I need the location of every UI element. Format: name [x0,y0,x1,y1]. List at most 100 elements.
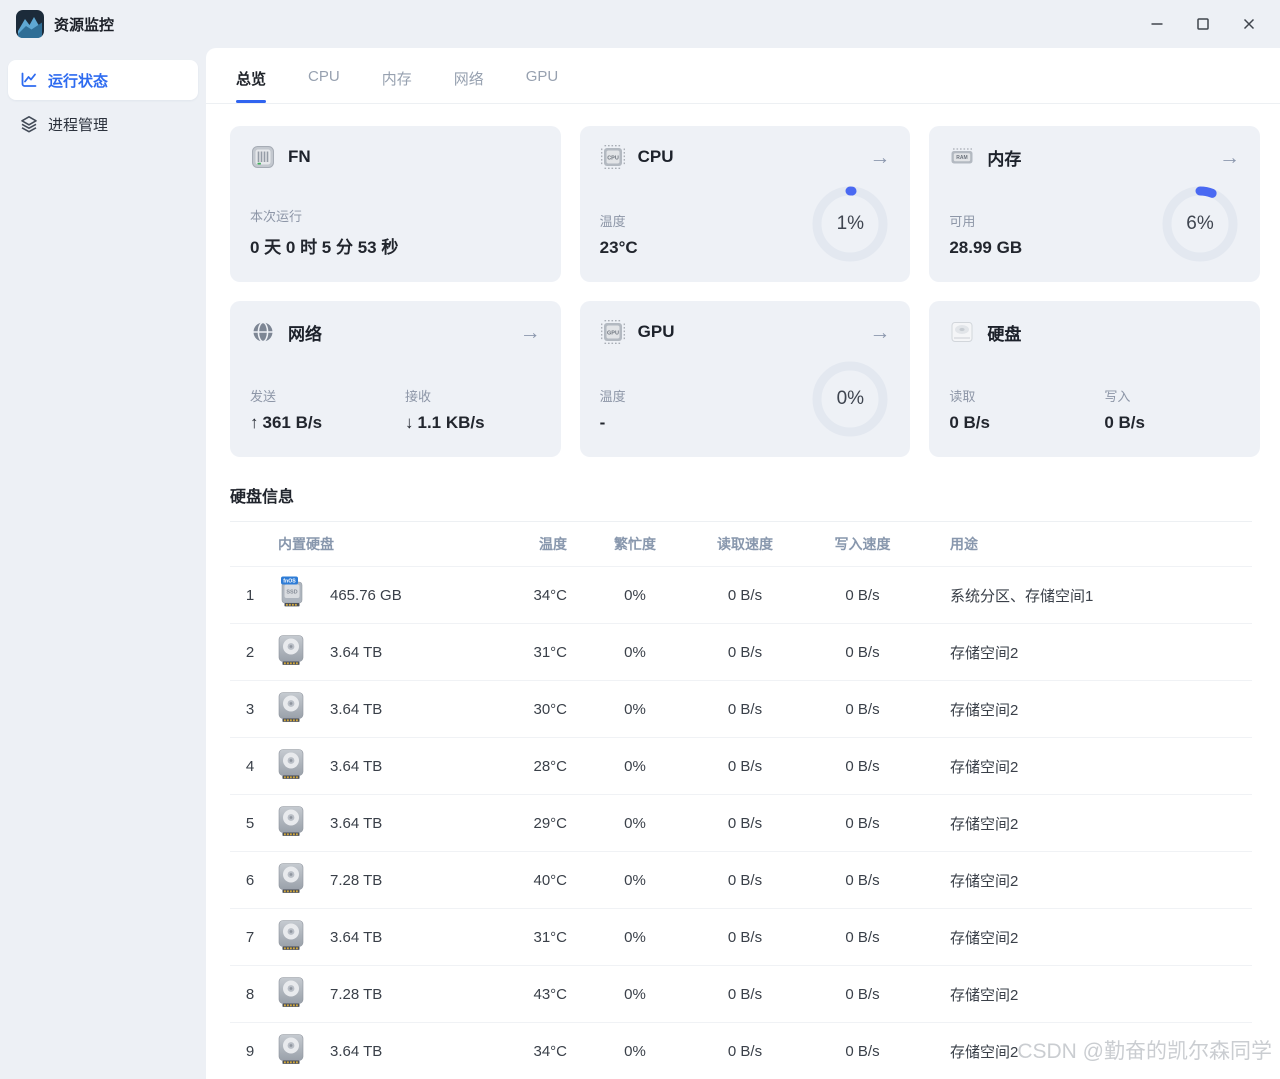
header-temperature: 温度 [539,536,567,552]
disk-row-write-speed: 0 B/s [845,586,880,604]
disk-row-size: 3.64 TB [330,928,383,946]
arrow-right-icon[interactable]: → [869,322,890,343]
svg-text:SSD: SSD [286,590,297,596]
hdd-drive-icon [278,692,304,726]
arrow-right-icon[interactable]: → [520,322,541,343]
disk-row-read-speed: 0 B/s [727,814,763,832]
header-internal-disk: 内置硬盘 [278,536,334,552]
disk-row-size: 3.64 TB [330,643,383,661]
sidebar-item-process-management[interactable]: 进程管理 [8,104,198,144]
tab-gpu[interactable]: GPU [526,68,559,103]
disk-row-temperature: 43°C [533,985,567,1003]
disk-row-write-speed: 0 B/s [845,871,880,889]
disk-row-temperature: 30°C [533,700,567,718]
disk-table-row: 7 3.64 TB 31°C 0% 0 B/s 0 B/s 存储空间2 [230,908,1252,965]
close-button[interactable] [1226,7,1272,41]
card-title: 内存 [987,149,1022,169]
gpu-chip-label: GPU [607,330,619,336]
tab-cpu[interactable]: CPU [308,68,340,103]
svg-text:fnOS: fnOS [283,578,296,584]
disk-row-index: 3 [245,700,255,718]
disk-row-busy: 0% [624,985,646,1003]
main-panel: 总览 CPU 内存 网络 GPU FN 本次运行 0 天 0 时 5 分 53 … [206,48,1280,1079]
disk-row-size: 7.28 TB [330,985,383,1003]
disk-row-index: 1 [245,586,255,604]
disk-row-index: 6 [245,871,255,889]
card-memory[interactable]: RAM 内存 → 可用 28.99 GB 6% [929,126,1260,282]
card-cpu[interactable]: CPU CPU → 温度 23°C 1% [579,126,911,282]
disk-row-temperature: 29°C [533,814,567,832]
disk-row-busy: 0% [624,643,646,661]
disk-row-write-speed: 0 B/s [845,928,880,946]
disk-row-read-speed: 0 B/s [727,928,763,946]
network-send-value: ↑ 361 B/s [250,413,323,432]
cpu-chip-label: CPU [607,155,619,161]
disk-row-usage: 存储空间2 [950,929,1019,947]
sidebar-item-running-status[interactable]: 运行状态 [8,60,198,100]
disk-row-usage: 存储空间2 [950,644,1019,662]
disk-table-row: 5 3.64 TB 29°C 0% 0 B/s 0 B/s 存储空间2 [230,794,1252,851]
disk-row-read-speed: 0 B/s [727,643,763,661]
ram-chip-icon: RAM [949,144,975,170]
disk-row-size: 3.64 TB [330,757,383,775]
disk-row-index: 5 [245,814,255,832]
hard-drive-icon [949,319,975,345]
disk-row-busy: 0% [624,871,646,889]
card-fn: FN 本次运行 0 天 0 时 5 分 53 秒 [230,126,561,282]
disk-row-usage: 存储空间2 [950,986,1019,1004]
disk-row-usage: 系统分区、存储空间1 [950,587,1094,605]
disk-row-index: 7 [245,928,255,946]
hdd-drive-icon [278,635,304,669]
app-logo-icon [16,10,44,38]
disk-row-size: 465.76 GB [330,586,402,604]
arrow-right-icon[interactable]: → [1219,147,1240,168]
line-chart-icon [20,71,38,89]
disk-row-size: 3.64 TB [330,814,383,832]
titlebar: 资源监控 [0,0,1280,48]
layers-icon [20,115,38,133]
gpu-usage-gauge: 0% [812,361,888,437]
uptime-value: 0 天 0 时 5 分 53 秒 [250,238,399,257]
minimize-button[interactable] [1134,7,1180,41]
disk-row-read-speed: 0 B/s [727,700,763,718]
disk-row-read-speed: 0 B/s [727,871,763,889]
disk-row-write-speed: 0 B/s [845,985,880,1003]
disk-row-temperature: 31°C [533,643,567,661]
memory-usage-gauge: 6% [1162,186,1238,262]
disk-row-busy: 0% [624,700,646,718]
tab-network[interactable]: 网络 [454,68,484,103]
cpu-chip-icon: CPU [600,144,626,170]
disk-row-usage: 存储空间2 [950,872,1019,890]
disk-row-write-speed: 0 B/s [845,700,880,718]
disk-row-write-speed: 0 B/s [845,757,880,775]
tab-memory[interactable]: 内存 [382,68,412,103]
card-network[interactable]: 网络 → 发送 ↑ 361 B/s 接收 ↓ 1.1 KB/s [230,301,561,457]
download-arrow-icon: ↓ [405,413,414,432]
header-read-speed: 读取速度 [717,536,773,552]
ram-chip-label: RAM [957,155,968,161]
disk-row-busy: 0% [624,814,646,832]
gpu-usage-percent: 0% [836,388,865,409]
card-disk: 硬盘 读取 0 B/s 写入 0 B/s [929,301,1260,457]
disk-row-read-speed: 0 B/s [727,985,763,1003]
sidebar: 运行状态 进程管理 [0,48,206,1079]
arrow-right-icon[interactable]: → [869,147,890,168]
disk-row-temperature: 31°C [533,928,567,946]
hdd-drive-icon [278,977,304,1011]
header-usage: 用途 [950,536,978,552]
gpu-temp-label: 温度 [599,389,626,404]
disk-table-row: 1 SSD fnOS 465.76 GB 34°C 0% 0 B/s 0 B/s… [230,566,1252,623]
gpu-temp-value: - [599,413,606,432]
memory-available-value: 28.99 GB [949,238,1023,257]
cpu-temp-label: 温度 [599,214,626,229]
tab-overview[interactable]: 总览 [236,68,267,103]
memory-available-label: 可用 [949,214,976,229]
disk-row-busy: 0% [624,586,646,604]
card-title: GPU [637,322,675,341]
card-gpu[interactable]: GPU GPU → 温度 - 0% [579,301,911,457]
disk-read-value: 0 B/s [949,413,990,432]
disk-table-row: 8 7.28 TB 43°C 0% 0 B/s 0 B/s 存储空间2 [230,965,1252,1022]
disk-row-temperature: 34°C [533,1042,567,1060]
maximize-button[interactable] [1180,7,1226,41]
card-title: CPU [637,147,674,166]
